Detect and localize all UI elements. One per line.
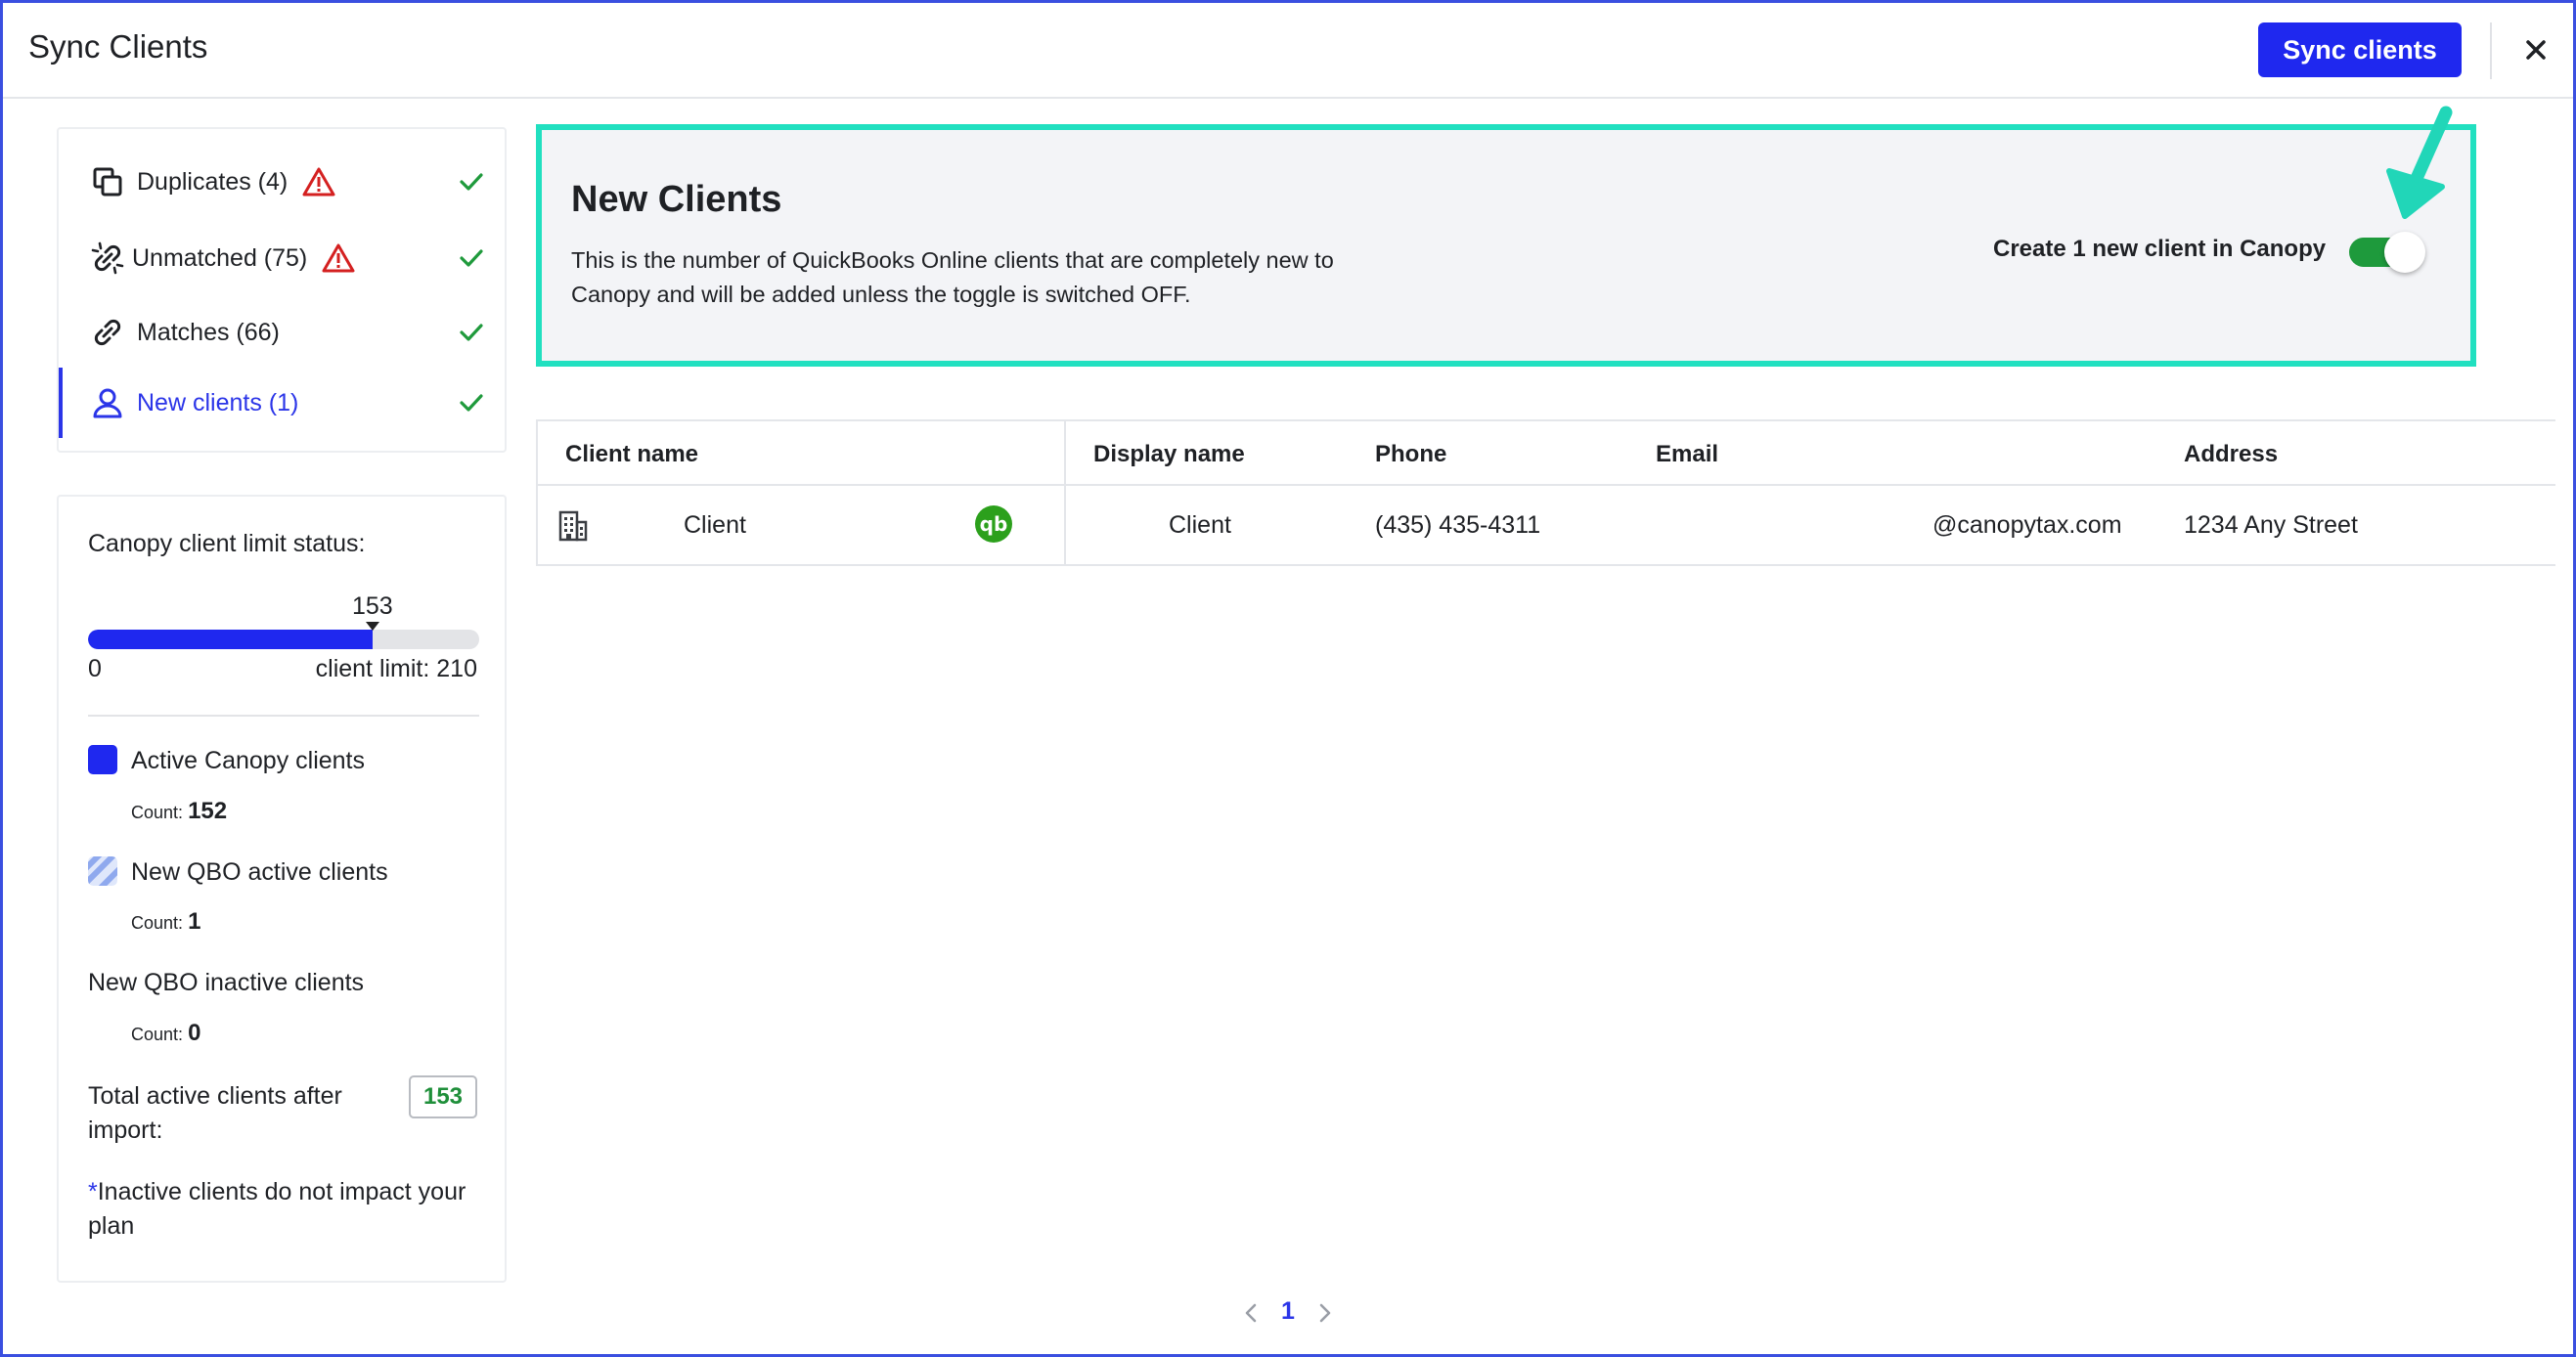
banner-description: This is the number of QuickBooks Online … [571, 247, 1334, 307]
legend-count-new-active: Count: 1 [131, 908, 201, 935]
legend-swatch-new-active [88, 856, 117, 886]
new-clients-banner: New Clients This is the number of QuickB… [536, 124, 2476, 367]
nav-item-new-clients[interactable]: New clients (1) [59, 368, 505, 438]
footnote-star: * [88, 1178, 98, 1205]
check-icon [454, 385, 489, 420]
toggle-label: Create 1 new client in Canopy [1993, 236, 2327, 262]
client-limit-card: Canopy client limit status: 153 0 client… [57, 495, 507, 1283]
cell-address: 1234 Any Street [2184, 511, 2358, 539]
header-divider [2490, 22, 2492, 79]
building-icon [558, 510, 588, 542]
chevron-right-icon [1319, 1303, 1331, 1323]
toggle-knob [2384, 232, 2425, 273]
broken-link-icon [88, 239, 127, 278]
link-icon [88, 313, 127, 352]
nav-item-unmatched[interactable]: Unmatched (75) [59, 223, 505, 293]
limit-progress-bar [88, 630, 479, 649]
limit-progress-fill [88, 630, 374, 649]
warning-icon [302, 167, 335, 197]
sync-clients-modal: Sync Clients Sync clients Duplicates (4) [0, 0, 2576, 1357]
footnote-text: Inactive clients do not impact your plan [88, 1178, 466, 1240]
prev-page-button[interactable] [1239, 1297, 1263, 1329]
legend-label-new-active: New QBO active clients [131, 858, 388, 886]
limit-min: 0 [88, 655, 102, 682]
quickbooks-icon: qb [975, 505, 1012, 543]
legend-label-new-inactive: New QBO inactive clients [88, 969, 365, 996]
banner-title: New Clients [571, 179, 782, 220]
nav-item-label: Matches (66) [137, 318, 280, 346]
nav-item-label: New clients (1) [137, 388, 299, 416]
user-icon [88, 383, 127, 422]
limit-title: Canopy client limit status: [88, 530, 366, 557]
duplicate-icon [88, 162, 127, 201]
table-row[interactable]: Client qb Client (435) 435-4311 @canopyt… [538, 486, 2555, 566]
chevron-left-icon [1245, 1303, 1257, 1323]
legend-count-new-inactive: Count: 0 [131, 1020, 201, 1046]
divider [88, 715, 479, 717]
total-badge: 153 [409, 1075, 477, 1118]
table-header: Client name Display name Phone Email Add… [538, 421, 2555, 486]
column-header-display-name[interactable]: Display name [1093, 441, 1245, 468]
legend-label-active: Active Canopy clients [131, 747, 366, 774]
create-client-toggle[interactable] [2349, 232, 2425, 273]
sync-steps-nav: Duplicates (4) Unmatched (75) Matches (6… [57, 127, 507, 453]
pagination: 1 [1237, 1293, 1345, 1333]
check-icon [454, 241, 489, 276]
next-page-button[interactable] [1313, 1297, 1337, 1329]
column-header-address[interactable]: Address [2184, 441, 2278, 468]
nav-item-label: Duplicates (4) [137, 167, 289, 196]
legend-count-active: Count: 152 [131, 798, 228, 824]
page-number[interactable]: 1 [1281, 1297, 1295, 1326]
nav-item-label: Unmatched (75) [132, 243, 308, 272]
sync-clients-button[interactable]: Sync clients [2258, 22, 2462, 77]
warning-icon [322, 243, 355, 273]
column-header-client-name[interactable]: Client name [565, 441, 698, 468]
check-icon [454, 164, 489, 199]
new-clients-table: Client name Display name Phone Email Add… [536, 419, 2555, 566]
limit-current-value: 153 [352, 592, 393, 620]
cell-display-name: Client [1169, 511, 1231, 539]
column-header-email[interactable]: Email [1656, 441, 1718, 468]
close-button[interactable] [2516, 30, 2555, 69]
nav-item-duplicates[interactable]: Duplicates (4) [59, 147, 505, 217]
column-header-phone[interactable]: Phone [1375, 441, 1446, 468]
close-icon [2526, 40, 2546, 60]
total-label: Total active clients after import: [88, 1082, 342, 1144]
limit-max: client limit: 210 [315, 655, 477, 682]
legend-swatch-active [88, 745, 117, 774]
nav-item-matches[interactable]: Matches (66) [59, 297, 505, 368]
pointer-arrow-icon [2386, 106, 2453, 219]
footnote: *Inactive clients do not impact your pla… [88, 1175, 489, 1244]
limit-marker-icon [366, 622, 380, 631]
page-title: Sync Clients [28, 28, 208, 65]
cell-client-name: Client [684, 511, 746, 539]
modal-header: Sync Clients Sync clients [3, 3, 2573, 99]
cell-email: @canopytax.com [1932, 511, 2122, 539]
cell-phone: (435) 435-4311 [1375, 511, 1541, 539]
check-icon [454, 315, 489, 350]
